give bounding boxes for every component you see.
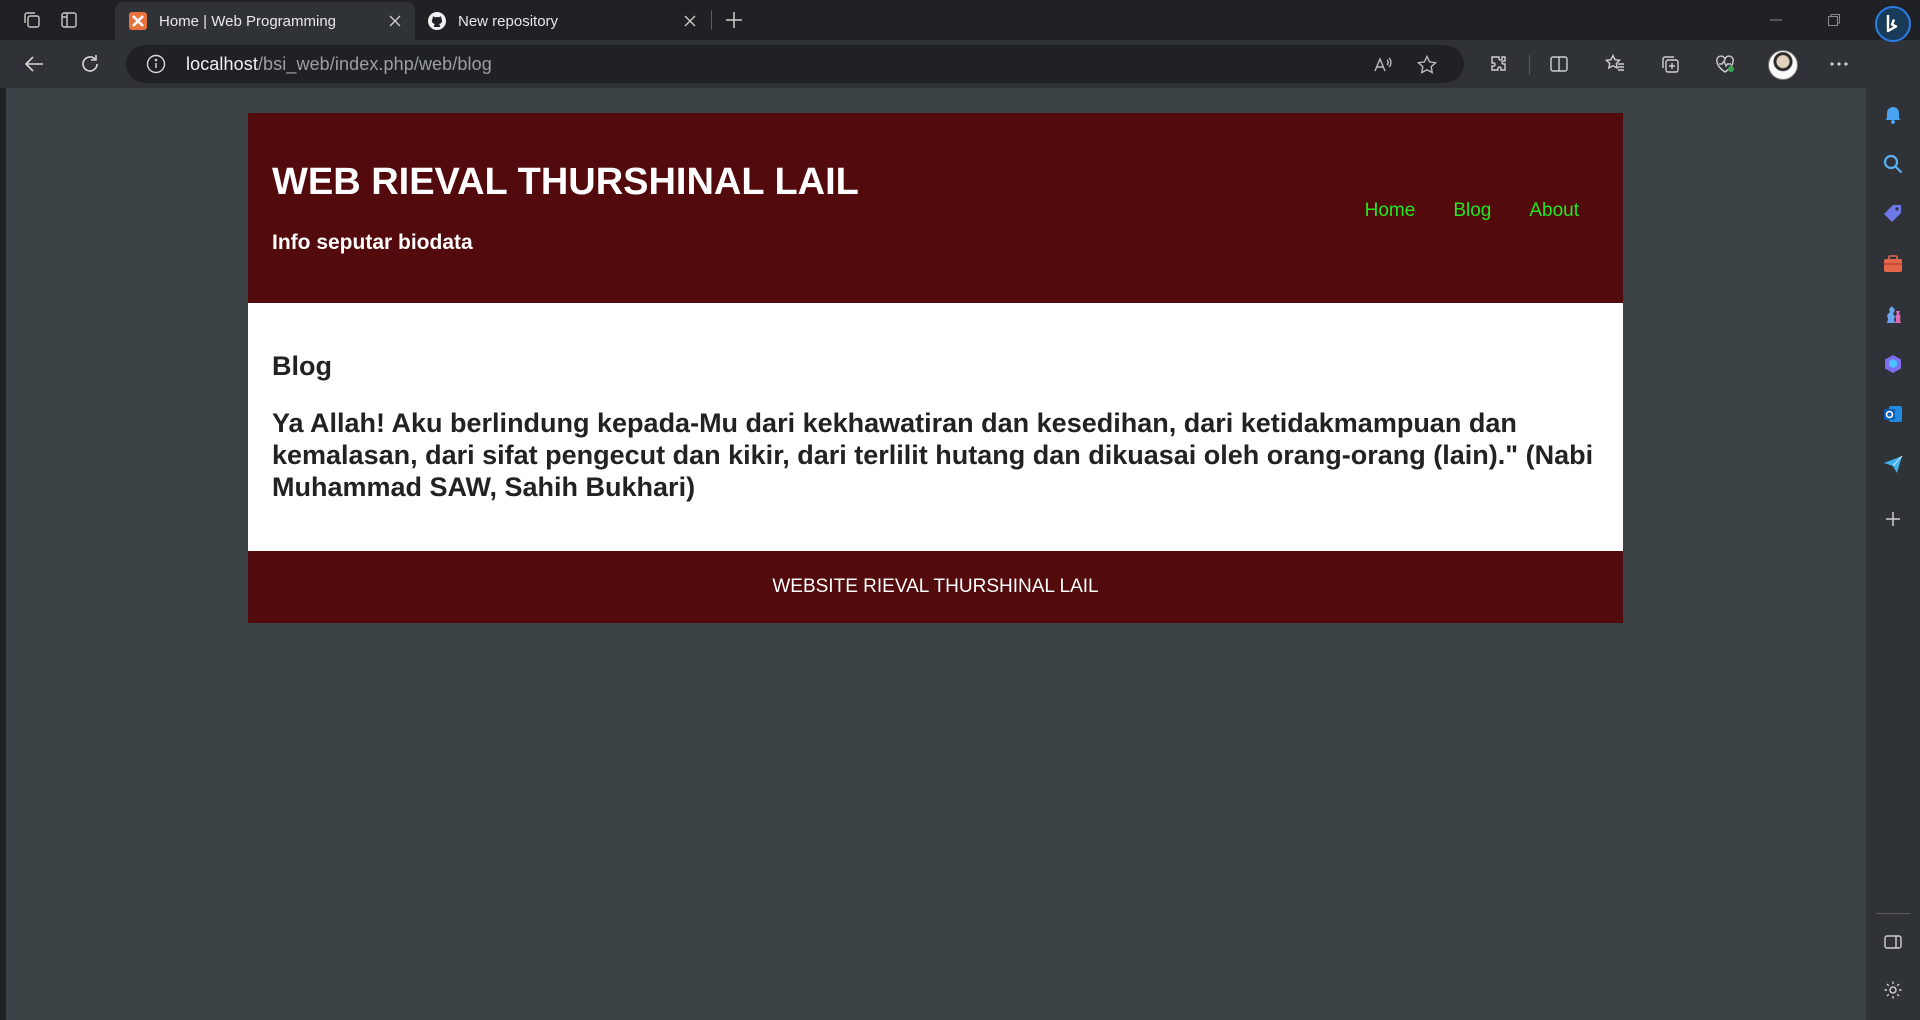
github-icon xyxy=(428,12,446,30)
tab-title: New repository xyxy=(458,12,559,30)
footer-text: WEBSITE RIEVAL THURSHINAL LAIL xyxy=(772,576,1099,597)
close-tab-icon[interactable] xyxy=(680,11,700,31)
tab-bar: Home | Web Programming New repository xyxy=(0,0,1920,40)
browser-essentials-icon[interactable] xyxy=(1713,52,1737,76)
hide-sidebar-icon[interactable] xyxy=(1882,931,1904,953)
bing-copilot-icon[interactable] xyxy=(1875,6,1911,42)
workspaces-icon[interactable] xyxy=(20,8,44,32)
page-heading: Blog xyxy=(272,351,332,381)
bell-icon[interactable] xyxy=(1882,103,1904,125)
restore-icon[interactable] xyxy=(1822,8,1846,32)
url-path: /bsi_web/index.php/web/blog xyxy=(257,54,492,74)
sidebar-divider xyxy=(1876,913,1910,914)
site-footer: WEBSITE RIEVAL THURSHINAL LAIL xyxy=(248,551,1623,623)
tab-home-web-programming[interactable]: Home | Web Programming xyxy=(115,2,415,40)
site-header: WEB RIEVAL THURSHINAL LAIL Info seputar … xyxy=(248,113,1623,303)
site-info-icon[interactable] xyxy=(146,54,166,74)
xampp-icon xyxy=(129,12,147,30)
toolbar-divider xyxy=(1529,55,1530,75)
page-viewport: WEB RIEVAL THURSHINAL LAIL Info seputar … xyxy=(6,88,1866,1020)
quote-text: Ya Allah! Aku berlindung kepada-Mu dari … xyxy=(272,408,1594,502)
site-nav: Home Blog About xyxy=(1365,200,1579,222)
copilot-icon[interactable] xyxy=(1882,353,1904,375)
nav-link-about[interactable]: About xyxy=(1529,200,1579,222)
games-chess-icon[interactable] xyxy=(1882,303,1904,325)
nav-link-blog[interactable]: Blog xyxy=(1453,200,1491,222)
shopping-tag-icon[interactable] xyxy=(1882,203,1904,225)
split-screen-icon[interactable] xyxy=(1547,52,1571,76)
collections-icon[interactable] xyxy=(1658,52,1682,76)
add-sidebar-app-icon[interactable] xyxy=(1882,508,1904,530)
url-text[interactable]: localhost/bsi_web/index.php/web/blog xyxy=(186,54,492,75)
nav-link-home[interactable]: Home xyxy=(1365,200,1416,222)
sidebar-settings-gear-icon[interactable] xyxy=(1882,979,1904,1001)
vertical-tabs-icon[interactable] xyxy=(57,8,81,32)
tab-title: Home | Web Programming xyxy=(159,12,337,30)
tools-briefcase-icon[interactable] xyxy=(1882,253,1904,275)
site-container: WEB RIEVAL THURSHINAL LAIL Info seputar … xyxy=(248,113,1623,623)
read-aloud-icon[interactable] xyxy=(1372,54,1394,76)
main-content: Blog Ya Allah! Aku berlindung kepada-Mu … xyxy=(248,303,1623,551)
tab-new-repository[interactable]: New repository xyxy=(414,2,710,40)
edge-sidebar xyxy=(1866,6,1920,1020)
search-icon[interactable] xyxy=(1882,153,1904,175)
outlook-icon[interactable] xyxy=(1882,403,1904,425)
site-subtitle: Info seputar biodata xyxy=(272,231,473,254)
url-host: localhost xyxy=(186,54,258,74)
profile-avatar[interactable] xyxy=(1768,50,1798,80)
more-options-icon[interactable] xyxy=(1827,52,1851,76)
favorites-icon[interactable] xyxy=(1603,52,1627,76)
back-arrow-icon[interactable] xyxy=(22,52,46,76)
site-title: WEB RIEVAL THURSHINAL LAIL xyxy=(272,161,859,203)
favorite-star-icon[interactable] xyxy=(1416,54,1438,76)
close-tab-icon[interactable] xyxy=(385,11,405,31)
tab-divider xyxy=(711,10,712,30)
new-tab-icon[interactable] xyxy=(722,8,746,32)
address-bar[interactable]: localhost/bsi_web/index.php/web/blog xyxy=(126,45,1464,83)
refresh-icon[interactable] xyxy=(78,52,102,76)
extensions-icon[interactable] xyxy=(1487,52,1511,76)
send-icon[interactable] xyxy=(1882,453,1904,475)
browser-toolbar: localhost/bsi_web/index.php/web/blog xyxy=(0,40,1920,88)
minimize-icon[interactable] xyxy=(1764,8,1788,32)
